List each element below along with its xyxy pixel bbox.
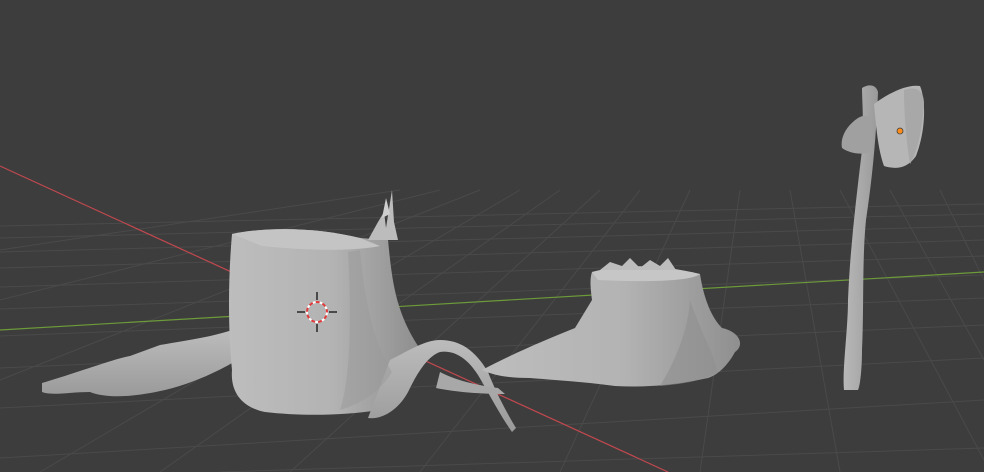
viewport-canvas[interactable] bbox=[0, 0, 984, 472]
3d-viewport[interactable] bbox=[0, 0, 984, 472]
y-axis-line bbox=[0, 271, 984, 331]
floor-grid bbox=[0, 189, 984, 472]
origin-dot bbox=[896, 127, 904, 135]
axe[interactable] bbox=[841, 85, 925, 390]
tree-stump-small[interactable] bbox=[482, 258, 741, 387]
tree-stump-large[interactable] bbox=[42, 190, 516, 432]
